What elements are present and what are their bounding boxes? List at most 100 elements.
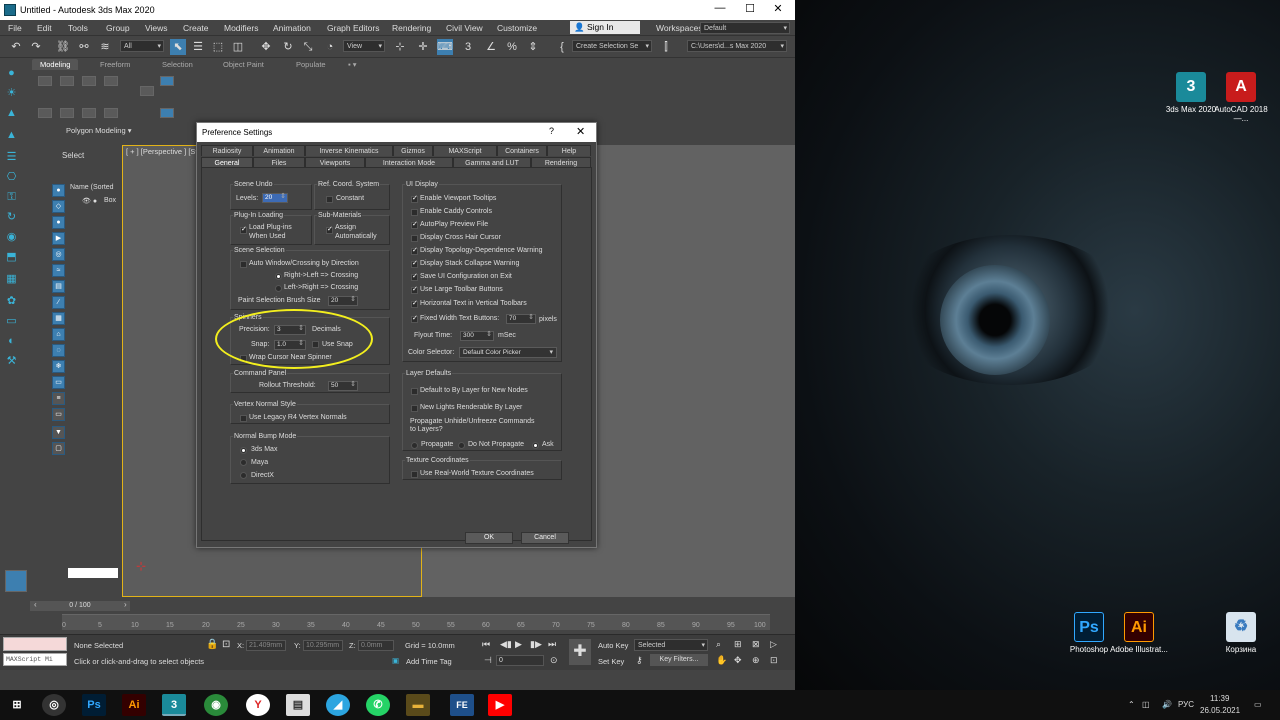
tab-maxscript[interactable]: MAXScript bbox=[433, 145, 497, 156]
x-coord-field[interactable]: 21.409mm bbox=[246, 640, 286, 651]
spacewarp-icon[interactable]: ≈ bbox=[52, 264, 65, 277]
color-selector-dropdown[interactable]: Default Color Picker bbox=[459, 347, 557, 358]
maximize-button[interactable]: ☐ bbox=[735, 2, 765, 15]
z-coord-field[interactable]: 0.0mm bbox=[358, 640, 394, 651]
prev-frame-icon[interactable]: ‹ bbox=[34, 600, 37, 609]
time-tag-icon[interactable]: ▣ bbox=[392, 656, 399, 665]
list-icon[interactable]: ☰ bbox=[4, 150, 19, 165]
bone-icon[interactable]: ∕ bbox=[52, 296, 65, 309]
y-coord-field[interactable]: 10.295mm bbox=[303, 640, 343, 651]
tab-containers[interactable]: Containers bbox=[497, 145, 547, 156]
minimize-button[interactable]: — bbox=[705, 2, 735, 14]
current-frame-field[interactable]: 0 bbox=[496, 655, 544, 666]
right-left-radio[interactable] bbox=[275, 273, 282, 280]
ribbon-tool[interactable] bbox=[60, 108, 74, 118]
youtube-icon[interactable]: ▶ bbox=[488, 694, 512, 716]
sun-icon[interactable]: ☀ bbox=[4, 86, 19, 101]
start-icon[interactable]: ⊞ bbox=[5, 694, 29, 716]
set-key-icon[interactable]: ✚ bbox=[569, 639, 591, 665]
tab-selection[interactable]: Selection bbox=[162, 60, 193, 69]
sign-in-button[interactable]: 👤 Sign In bbox=[570, 21, 640, 34]
undo-icon[interactable]: ↶ bbox=[8, 39, 24, 55]
paint-brush-spinner[interactable]: 20 bbox=[328, 296, 358, 306]
ribbon-options-icon[interactable]: ▪ ▾ bbox=[348, 60, 357, 69]
desktop-icon-illustrator[interactable]: Ai Adobe Illustrat... bbox=[1109, 612, 1169, 654]
ribbon-tool[interactable] bbox=[82, 108, 96, 118]
topology-warning-checkbox[interactable] bbox=[411, 246, 418, 255]
fe-app-icon[interactable]: FE bbox=[450, 694, 474, 716]
container-icon[interactable]: ▦ bbox=[52, 312, 65, 325]
bind-space-warp-icon[interactable]: ≋ bbox=[97, 39, 113, 55]
ribbon-tool[interactable] bbox=[140, 86, 154, 96]
funnel-icon[interactable]: ▼ bbox=[52, 426, 65, 439]
network-icon[interactable]: ◫ bbox=[1142, 700, 1150, 709]
camera-icon[interactable]: ▶ bbox=[52, 232, 65, 245]
display-all-icon[interactable]: ▭ bbox=[52, 376, 65, 389]
region-select-icon[interactable]: ⬚ bbox=[210, 39, 226, 55]
menu-modifiers[interactable]: Modifiers bbox=[224, 23, 258, 33]
filter-icon[interactable]: ● bbox=[52, 184, 65, 197]
assign-auto-checkbox[interactable] bbox=[326, 225, 333, 234]
crosshair-icon[interactable]: ✛ bbox=[415, 39, 431, 55]
default-bylayer-checkbox[interactable] bbox=[411, 388, 418, 395]
clock-time[interactable]: 11:39 bbox=[1210, 694, 1229, 703]
xref-icon[interactable]: ⌂ bbox=[52, 328, 65, 341]
save-ui-config-checkbox[interactable] bbox=[411, 272, 418, 281]
viewport-label[interactable]: [ + ] [Perspective ] [St bbox=[126, 147, 198, 156]
lock-selection-icon[interactable]: ▢ bbox=[52, 442, 65, 455]
ribbon-tool[interactable] bbox=[104, 76, 118, 86]
3dsmax-task-icon[interactable]: 3 bbox=[162, 694, 186, 716]
freeze-icon[interactable]: ❄ bbox=[52, 360, 65, 373]
redo-icon[interactable]: ↷ bbox=[28, 39, 44, 55]
transform-mode-icon[interactable]: ⊡ bbox=[222, 639, 230, 650]
ribbon-tool[interactable] bbox=[82, 76, 96, 86]
photoshop-task-icon[interactable]: Ps bbox=[82, 694, 106, 716]
utilities-icon[interactable]: ⬒ bbox=[4, 250, 19, 265]
dialog-close-button[interactable]: ✕ bbox=[576, 125, 585, 138]
clock-date[interactable]: 26.05.2021 bbox=[1200, 706, 1240, 715]
list-view-icon[interactable]: ▭ bbox=[52, 408, 65, 421]
move-icon[interactable]: ✥ bbox=[258, 39, 274, 55]
levels-spinner[interactable]: 20 bbox=[262, 193, 288, 203]
flyout-time-spinner[interactable]: 300 bbox=[460, 331, 494, 341]
bump-3dsmax-radio[interactable] bbox=[240, 447, 247, 454]
visibility-icon[interactable]: 👁 ● bbox=[82, 197, 97, 205]
keyboard-shortcut-icon[interactable]: ⌨ bbox=[437, 39, 453, 55]
light-icon[interactable]: ● bbox=[52, 216, 65, 229]
zoom-all-icon[interactable]: ⊞ bbox=[734, 639, 742, 650]
reference-coord-dropdown[interactable]: View bbox=[343, 40, 385, 52]
chrome-icon[interactable]: ◉ bbox=[204, 694, 228, 716]
ask-radio[interactable] bbox=[532, 442, 539, 449]
key-filters-button[interactable]: Key Filters... bbox=[650, 654, 708, 666]
tab-object-paint[interactable]: Object Paint bbox=[223, 60, 264, 69]
tab-freeform[interactable]: Freeform bbox=[100, 60, 130, 69]
menu-rendering[interactable]: Rendering bbox=[392, 23, 431, 33]
unlink-icon[interactable]: ⚯ bbox=[76, 39, 92, 55]
orbit-icon[interactable]: ✥ bbox=[734, 655, 742, 666]
sort-icon[interactable]: ≡ bbox=[52, 392, 65, 405]
desktop-icon-autocad[interactable]: A AutoCAD 2018 —... bbox=[1211, 72, 1271, 123]
layers-icon[interactable]: ▲ bbox=[4, 128, 19, 143]
workspace-dropdown[interactable]: Default bbox=[700, 22, 790, 34]
material-icon[interactable]: ▦ bbox=[4, 272, 19, 287]
help-icon[interactable]: ? bbox=[549, 126, 554, 136]
key-filter-icon[interactable]: ⚷ bbox=[636, 655, 643, 666]
keyboard-language[interactable]: РУС bbox=[1178, 700, 1194, 709]
goto-start-icon[interactable]: ⏮ bbox=[482, 639, 490, 650]
mirror-icon[interactable]: ⫿ bbox=[658, 39, 674, 55]
scene-explorer-icon[interactable]: ▲ bbox=[4, 106, 19, 121]
tab-populate[interactable]: Populate bbox=[296, 60, 326, 69]
bump-maya-radio[interactable] bbox=[240, 459, 247, 466]
menu-civil-view[interactable]: Civil View bbox=[446, 23, 483, 33]
pivot-icon[interactable]: ⊹ bbox=[392, 39, 408, 55]
select-object-icon[interactable]: ⬉ bbox=[170, 39, 186, 55]
walk-icon[interactable]: ⊕ bbox=[752, 655, 760, 666]
rollout-threshold-spinner[interactable]: 50 bbox=[328, 381, 358, 391]
ribbon-tool[interactable] bbox=[38, 76, 52, 86]
polygon-modeling-label[interactable]: Polygon Modeling ▾ bbox=[66, 126, 131, 135]
add-time-tag[interactable]: Add Time Tag bbox=[406, 657, 452, 666]
menu-views[interactable]: Views bbox=[145, 23, 168, 33]
constant-checkbox[interactable] bbox=[326, 196, 333, 203]
horizontal-text-checkbox[interactable] bbox=[411, 299, 418, 308]
menu-customize[interactable]: Customize bbox=[497, 23, 537, 33]
